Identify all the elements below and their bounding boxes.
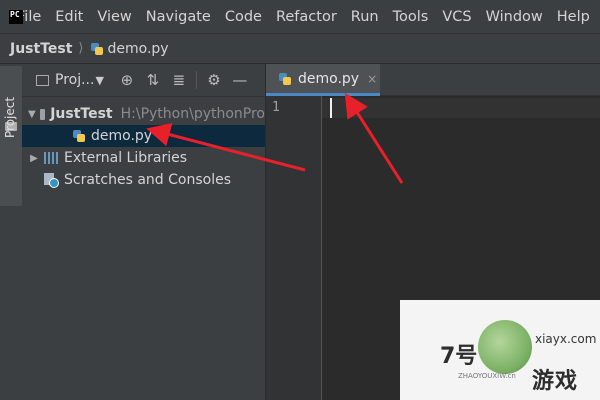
project-panel: Proj... ▼ ⊕ ⇅ ≣ ⚙ — ▼ JustTest H:\Python… [22, 64, 266, 400]
close-icon[interactable]: × [367, 72, 377, 86]
tab-label: demo.py [298, 70, 360, 87]
tab-demo-py[interactable]: demo.py × [266, 64, 380, 96]
navigation-bar: JustTest ⟩ demo.py [0, 33, 600, 64]
tree-item-demo-py[interactable]: demo.py [22, 125, 265, 147]
menu-help[interactable]: Help [557, 9, 590, 25]
menu-refactor[interactable]: Refactor [276, 9, 337, 25]
editor-tab-bar: demo.py × [266, 64, 600, 96]
menu-vcs[interactable]: VCS [442, 9, 471, 25]
watermark-right-text: 游戏 [532, 369, 579, 394]
project-tab-label: Project [3, 96, 17, 138]
tree-item-external-libraries[interactable]: ▶ External Libraries [22, 147, 265, 169]
tree-root-label: JustTest [50, 106, 113, 122]
tree-root-path: H:\Python\pythonPro [120, 106, 265, 122]
scratches-label: Scratches and Consoles [64, 172, 231, 188]
chevron-right-icon[interactable]: ▶ [28, 153, 40, 164]
expand-all-icon[interactable]: ⇅ [140, 69, 166, 91]
chevron-down-icon[interactable]: ▼ [28, 109, 36, 120]
folder-icon [39, 108, 46, 120]
project-view-icon [36, 74, 49, 86]
menu-view[interactable]: View [97, 9, 131, 25]
breadcrumb-separator-icon: ⟩ [78, 41, 84, 56]
tool-window-strip: Project [0, 64, 23, 400]
logo-text: PC [9, 9, 23, 24]
line-number-gutter: 1 [266, 96, 322, 400]
breadcrumb-file[interactable]: demo.py [108, 41, 169, 57]
menu-edit[interactable]: Edit [55, 9, 83, 25]
menu-bar: PC File Edit View Navigate Code Refactor… [0, 0, 600, 33]
menu-tools[interactable]: Tools [393, 9, 429, 25]
scratches-icon [44, 172, 59, 188]
hide-panel-icon[interactable]: — [227, 69, 253, 91]
text-caret [330, 98, 332, 118]
breadcrumb-project[interactable]: JustTest [10, 41, 72, 57]
watermark-site: xiayx.com [535, 332, 597, 346]
tree-root-justtest[interactable]: ▼ JustTest H:\Python\pythonPro [22, 103, 265, 125]
library-icon [44, 152, 59, 164]
project-toolbar: Proj... ▼ ⊕ ⇅ ≣ ⚙ — [22, 64, 265, 97]
tree-file-label: demo.py [91, 128, 153, 144]
external-libraries-label: External Libraries [64, 150, 187, 166]
python-file-icon [90, 42, 104, 56]
watermark-small-text: ZHAOYOUXIW.cn [458, 372, 516, 380]
toolbar-divider [195, 71, 197, 89]
collapse-all-icon[interactable]: ≣ [166, 69, 192, 91]
menu-run[interactable]: Run [351, 9, 379, 25]
menu-code[interactable]: Code [225, 9, 262, 25]
project-view-selector[interactable]: Proj... [55, 72, 94, 88]
dropdown-caret-icon[interactable]: ▼ [95, 74, 103, 87]
gear-icon[interactable]: ⚙ [201, 69, 227, 91]
line-number: 1 [272, 100, 280, 115]
locate-file-icon[interactable]: ⊕ [114, 69, 140, 91]
menu-navigate[interactable]: Navigate [146, 9, 211, 25]
project-tool-window-tab[interactable]: Project [0, 66, 22, 206]
watermark: 7号 xiayx.com 游戏 ZHAOYOUXIW.cn [400, 300, 600, 400]
editor-area[interactable] [322, 98, 600, 118]
tree-item-scratches[interactable]: Scratches and Consoles [22, 169, 265, 191]
menu-window[interactable]: Window [486, 9, 543, 25]
python-file-icon [72, 129, 86, 143]
watermark-logo-icon [478, 320, 532, 374]
python-file-icon [278, 72, 292, 86]
watermark-left-text: 7号 [440, 344, 478, 369]
